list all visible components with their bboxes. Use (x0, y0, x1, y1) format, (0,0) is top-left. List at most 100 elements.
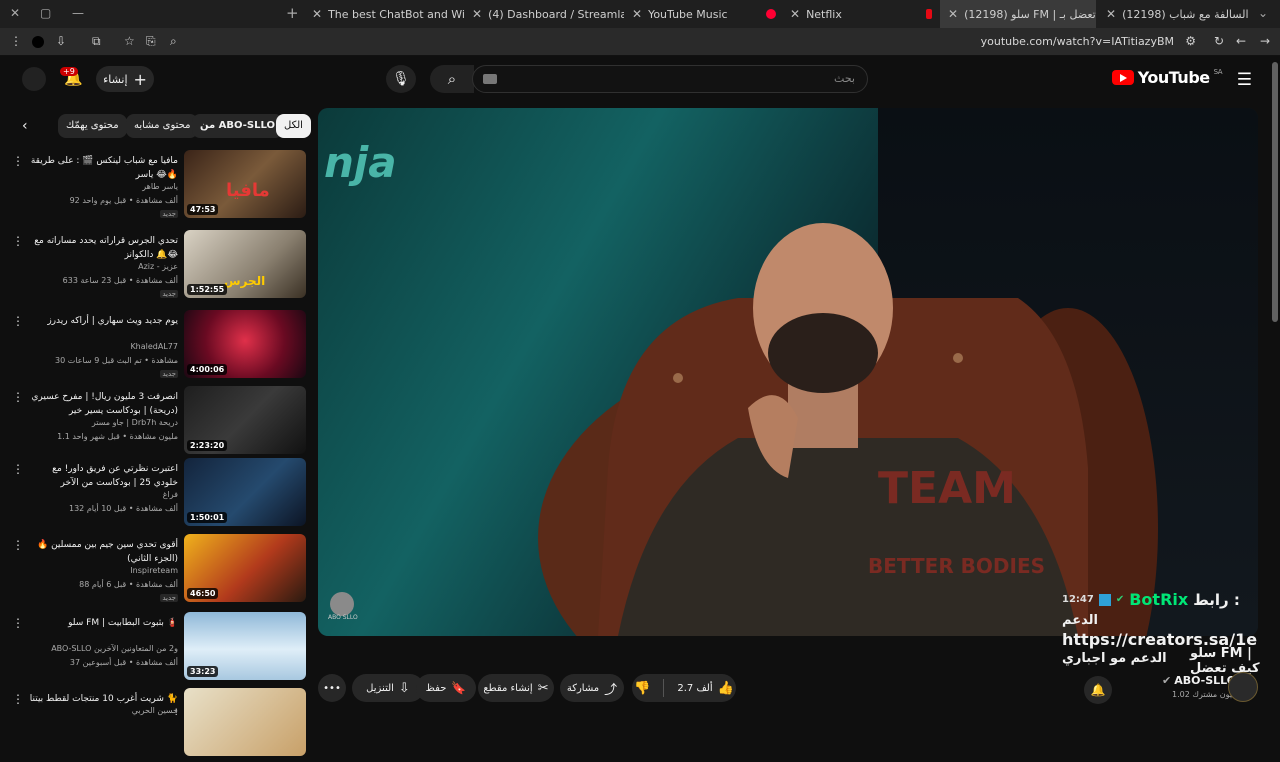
restore-window-icon[interactable]: ▢ (40, 6, 51, 20)
close-window-icon[interactable]: ✕ (10, 6, 20, 20)
video-thumbnail[interactable]: مافيا 47:53 (184, 150, 306, 218)
menu-icon[interactable]: ⋮ (10, 34, 22, 48)
video-thumbnail[interactable]: 1:50:01 (184, 458, 306, 526)
downloads-icon[interactable]: ⇩ (56, 34, 66, 48)
share-page-icon[interactable]: ⎘ (146, 34, 156, 49)
channel-name-row[interactable]: ✔ ABO-SLLO (1162, 674, 1236, 687)
close-tab-icon[interactable]: ✕ (472, 7, 482, 21)
minimize-window-icon[interactable]: — (72, 6, 84, 20)
close-tab-icon[interactable]: ✕ (1106, 7, 1116, 21)
voice-search-button[interactable]: 🎙 (386, 65, 416, 93)
dislike-icon[interactable]: 👎 (634, 681, 650, 696)
more-options-icon[interactable]: ⋮ (12, 234, 24, 248)
bookmark-star-icon[interactable]: ☆ (124, 34, 135, 48)
video-title[interactable]: سلو FM | بثبوت البطابيت 🧯 (28, 616, 178, 630)
like-icon[interactable]: 👍 (718, 681, 734, 696)
more-options-icon[interactable]: ⋮ (12, 314, 24, 328)
tab-youtube-music[interactable]: ✕ YouTube Music (624, 0, 784, 28)
avatar[interactable] (22, 67, 46, 91)
youtube-music-icon (766, 9, 776, 19)
channel-name[interactable]: جاو مستر | Drb7h دريحة (92, 418, 178, 427)
create-button[interactable]: إنشاء + (96, 66, 154, 92)
share-button[interactable]: مشاركة ⤴ (560, 674, 624, 702)
close-tab-icon[interactable]: ✕ (632, 7, 642, 21)
close-tab-icon[interactable]: ✕ (948, 7, 958, 21)
subscribe-bell-button[interactable]: 🔔 (1084, 676, 1112, 704)
site-settings-icon[interactable]: ⚙ (1185, 34, 1196, 48)
address-bar: ⋮ ⇩ ⧉ ☆ ⎘ ⌕ youtube.com/watch?v=IATitiaz… (0, 28, 1280, 56)
more-options-icon[interactable]: ⋮ (12, 390, 24, 404)
hamburger-menu-icon[interactable]: ☰ (1237, 70, 1252, 90)
video-thumbnail[interactable]: 46:50 (184, 534, 306, 602)
zoom-icon[interactable]: ⌕ (170, 34, 177, 49)
channel-name[interactable]: ABO-SLLO (1174, 674, 1236, 687)
youtube-logo[interactable]: YouTube SA (1111, 68, 1223, 87)
list-item[interactable]: ⋮ 1:50:01 اعتبرت نظرتي عن فريق داور! مع … (0, 458, 314, 532)
profile-icon[interactable] (32, 36, 44, 48)
video-thumbnail[interactable]: 2:23:20 (184, 386, 306, 454)
video-player[interactable]: nja TEAM BETTER BODIES ABO SLLO (318, 108, 1258, 636)
list-item[interactable]: ⋮ مافيا 47:53 مافيا مع شباب لينكس 🎬 : عل… (0, 150, 314, 224)
list-item[interactable]: ⋮ 2:23:20 انصرفت 3 مليون ريال! | مفرح عس… (0, 386, 314, 460)
more-options-icon[interactable]: ⋮ (12, 462, 24, 476)
video-title[interactable]: اعتبرت نظرتي عن فريق داور! مع خلودي 25 |… (28, 462, 178, 490)
video-title[interactable]: يوم جديد ويث سهاري | أراكه ريدرز (28, 314, 178, 328)
tab-title: (12198) من راعي السالفة مع شباب (1122, 7, 1252, 21)
duration-badge: 46:50 (187, 588, 219, 599)
logo-text: YouTube (1137, 68, 1210, 87)
video-thumbnail[interactable]: الجرس 1:52:55 (184, 230, 306, 298)
list-item[interactable]: ⋮ 4:00:06 يوم جديد ويث سهاري | أراكه ريد… (0, 310, 314, 384)
reload-icon[interactable]: ↻ (1214, 34, 1224, 48)
more-options-icon[interactable]: ⋮ (12, 538, 24, 552)
extensions-icon[interactable]: ⧉ (92, 34, 101, 49)
new-tab-icon[interactable]: + (286, 4, 299, 22)
video-thumbnail[interactable]: 33:23 (184, 612, 306, 680)
back-icon[interactable]: ← (1236, 34, 1246, 48)
close-tab-icon[interactable]: ✕ (312, 7, 322, 21)
search-button[interactable]: ⌕ (430, 65, 474, 93)
channel-name[interactable]: حسين الحربي (132, 706, 178, 715)
chevron-left-icon[interactable]: ‹ (22, 118, 28, 134)
channel-name[interactable]: Aziz - عزيز (138, 262, 178, 271)
tab-youtube-2[interactable]: ✕ (12198) من راعي السالفة مع شباب (1098, 0, 1252, 28)
more-actions-button[interactable]: ••• (318, 674, 346, 702)
chip-all[interactable]: الكل (276, 114, 311, 138)
channel-name[interactable]: فراغ (163, 490, 178, 499)
clip-button[interactable]: إنشاء مقطع ✂ (478, 674, 554, 702)
video-title[interactable]: مافيا مع شباب لينكس 🎬 : على طريقة ياسر 😂… (28, 154, 178, 182)
chip-related[interactable]: محتوى مشابه (126, 114, 199, 138)
tab-search-icon[interactable]: ⌄ (1258, 6, 1268, 20)
channel-name[interactable]: ياسر طاهر (142, 182, 178, 191)
video-thumbnail[interactable]: 4:00:06 (184, 310, 306, 378)
save-button[interactable]: حفظ 🔖 (416, 674, 476, 702)
video-title[interactable]: أقوى تحدي سين جيم بين ممسلين 🔥 (الجزء ال… (28, 538, 178, 566)
channel-name[interactable]: Inspireteam (130, 566, 178, 575)
list-item[interactable]: ⋮ الجرس 1:52:55 تحدي الجرس قراراته يحدد … (0, 230, 314, 304)
more-options-icon[interactable]: ⋮ (12, 692, 24, 706)
video-title[interactable]: تحدي الجرس قراراته يحدد مساراته مع دالكو… (28, 234, 178, 262)
list-item[interactable]: ⋮ شريت أغرب 10 منتجات لقطط بيتنا 🐈 ! حسي… (0, 688, 314, 762)
tab-streamlabs[interactable]: ✕ (4) Dashboard / Streamlabs (464, 0, 624, 28)
keyboard-icon[interactable] (483, 74, 497, 84)
video-thumbnail[interactable] (184, 688, 306, 756)
tab-youtube-active[interactable]: ✕ (12198) سلو FM | كيف تعضل بـ (940, 0, 1096, 28)
chip-from-channel[interactable]: من ABO-SLLO (192, 114, 283, 138)
download-button[interactable]: التنزيل ⇩ (352, 674, 424, 702)
more-options-icon[interactable]: ⋮ (12, 154, 24, 168)
forward-icon[interactable]: → (1260, 34, 1270, 48)
list-item[interactable]: ⋮ 33:23 سلو FM | بثبوت البطابيت 🧯 ABO-SL… (0, 612, 314, 686)
chip-for-you[interactable]: محتوى يهمّك (58, 114, 127, 138)
more-options-icon[interactable]: ⋮ (12, 616, 24, 630)
tab-netflix[interactable]: ✕ Netflix (782, 0, 940, 28)
more-horizontal-icon: ••• (323, 682, 341, 694)
list-item[interactable]: ⋮ 46:50 أقوى تحدي سين جيم بين ممسلين 🔥 (… (0, 534, 314, 608)
channel-avatar[interactable] (1228, 672, 1258, 702)
search-input[interactable]: بحث (472, 65, 868, 93)
channel-name[interactable]: ABO-SLLO و2 من المتعاونين الآخرين (51, 644, 178, 653)
tab-chatbot[interactable]: ✕ The best ChatBot and Widgets (304, 0, 464, 28)
url-field[interactable]: youtube.com/watch?v=IATitiazyBM (981, 35, 1174, 48)
close-tab-icon[interactable]: ✕ (790, 7, 800, 21)
video-title[interactable]: انصرفت 3 مليون ريال! | مفرح عسيري (دريحة… (28, 390, 178, 418)
channel-name[interactable]: KhaledAL77 (130, 342, 178, 351)
page-scrollbar[interactable] (1272, 62, 1278, 322)
